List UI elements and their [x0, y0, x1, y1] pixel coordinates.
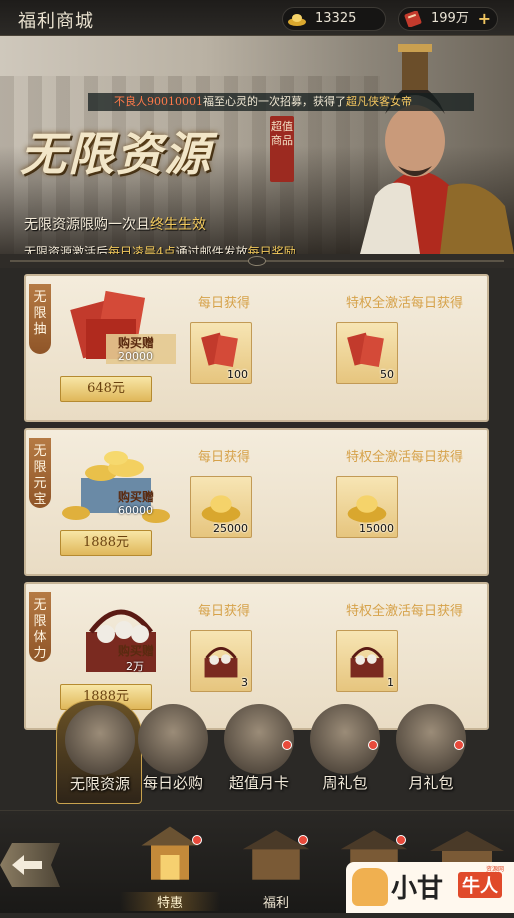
ticket-amount: 199万 — [431, 11, 469, 26]
privilege-header: 特权全激活每日获得 — [346, 604, 464, 619]
page-title: 福利商城 — [18, 11, 94, 32]
notification-dot — [368, 740, 378, 750]
avatar — [224, 704, 294, 774]
buy-button[interactable]: 1888元 — [60, 530, 152, 556]
top-bar: 福利商城 13325 199万 + — [0, 0, 514, 36]
gold-ingot-icon — [288, 14, 306, 26]
avatar — [65, 705, 135, 775]
card-label: 无限体力 — [29, 592, 51, 662]
value-seal: 超值商品 — [270, 116, 294, 182]
daily-header: 每日获得 — [198, 296, 251, 311]
tab-monthly-pack[interactable]: 月礼包 — [388, 700, 474, 804]
product-card-infinite-draw[interactable]: 无限抽 购买赠 20000 648元 每日获得 特权全激活每日获得 100 50 — [24, 274, 489, 422]
marquee-text: 福至心灵的一次招募，获得了 — [203, 95, 346, 108]
house-icon — [242, 830, 310, 880]
tab-weekly-pack[interactable]: 周礼包 — [302, 700, 388, 804]
card-label: 无限元宝 — [29, 438, 51, 508]
reward-count: 100 — [227, 368, 248, 381]
nav-special-offer[interactable]: 特惠 — [120, 817, 220, 913]
privilege-header: 特权全激活每日获得 — [346, 296, 464, 311]
notification-dot — [454, 740, 464, 750]
notification-dot — [396, 835, 406, 845]
notification-dot — [192, 835, 202, 845]
red-ticket-icon — [404, 11, 422, 27]
daily-reward-slot[interactable]: 25000 — [190, 476, 252, 538]
avatar — [396, 704, 466, 774]
daily-header: 每日获得 — [198, 604, 251, 619]
divider-knot-icon — [248, 256, 266, 266]
tab-monthly-card[interactable]: 超值月卡 — [216, 700, 302, 804]
broadcast-marquee: 不良人90010001福至心灵的一次招募，获得了超凡侠客女帝 — [88, 93, 474, 111]
reward-count: 1 — [387, 676, 394, 689]
notification-dot — [282, 740, 292, 750]
card-label: 无限抽 — [29, 284, 51, 354]
back-button[interactable] — [0, 843, 60, 887]
back-arrow-icon — [12, 855, 42, 875]
avatar — [138, 704, 208, 774]
reward-count: 25000 — [213, 522, 248, 535]
daily-reward-slot[interactable]: 3 — [190, 630, 252, 692]
reward-count: 3 — [241, 676, 248, 689]
bonus-amount: 2万 — [126, 660, 144, 673]
nav-welfare[interactable]: 福利 — [226, 817, 326, 913]
notification-dot — [298, 835, 308, 845]
reward-count: 15000 — [359, 522, 394, 535]
product-card-infinite-ingot[interactable]: 无限元宝 购买赠 60000 1888元 每日获得 特权全激活每日获得 2500… — [24, 428, 489, 576]
pavilion-icon — [141, 826, 199, 880]
privilege-reward-slot[interactable]: 15000 — [336, 476, 398, 538]
ticket-currency-display[interactable]: 199万 + — [398, 7, 498, 31]
site-watermark: 小甘 牛人 资源网 — [346, 862, 514, 913]
category-tabs: 无限资源 每日必购 超值月卡 周礼包 月礼包 — [0, 700, 514, 810]
gold-amount: 13325 — [315, 11, 357, 26]
banner-subtitle-2: 无限资源激活后每日凌晨4点通过邮件发放每日奖励 — [24, 245, 296, 254]
privilege-reward-slot[interactable]: 1 — [336, 630, 398, 692]
banner-subtitle-1: 无限资源限购一次且终生生效 — [24, 217, 206, 233]
tab-daily-must-buy[interactable]: 每日必购 — [130, 700, 216, 804]
privilege-header: 特权全激活每日获得 — [346, 450, 464, 465]
bonus-text: 购买赠 — [118, 644, 155, 658]
bonus-text: 购买赠 — [118, 336, 155, 350]
hero-character-illustration — [360, 44, 514, 254]
avatar — [310, 704, 380, 774]
section-divider — [0, 254, 514, 268]
add-currency-button[interactable]: + — [478, 8, 491, 30]
banner-title: 无限资源 — [20, 127, 212, 181]
marquee-player-name: 不良人90010001 — [114, 95, 203, 108]
bonus-amount: 20000 — [118, 350, 153, 363]
bonus-amount: 60000 — [118, 504, 153, 517]
gold-currency-display[interactable]: 13325 — [282, 7, 386, 31]
marquee-item: 超凡侠客女帝 — [346, 95, 412, 108]
promo-banner: 不良人90010001福至心灵的一次招募，获得了超凡侠客女帝 无限资源 超值商品… — [0, 36, 514, 254]
buy-button[interactable]: 648元 — [60, 376, 152, 402]
ox-logo-icon — [352, 868, 388, 906]
daily-header: 每日获得 — [198, 450, 251, 465]
daily-reward-slot[interactable]: 100 — [190, 322, 252, 384]
food-basket-bundle-icon — [86, 609, 156, 672]
privilege-reward-slot[interactable]: 50 — [336, 322, 398, 384]
reward-count: 50 — [380, 368, 394, 381]
bonus-text: 购买赠 — [118, 490, 155, 504]
